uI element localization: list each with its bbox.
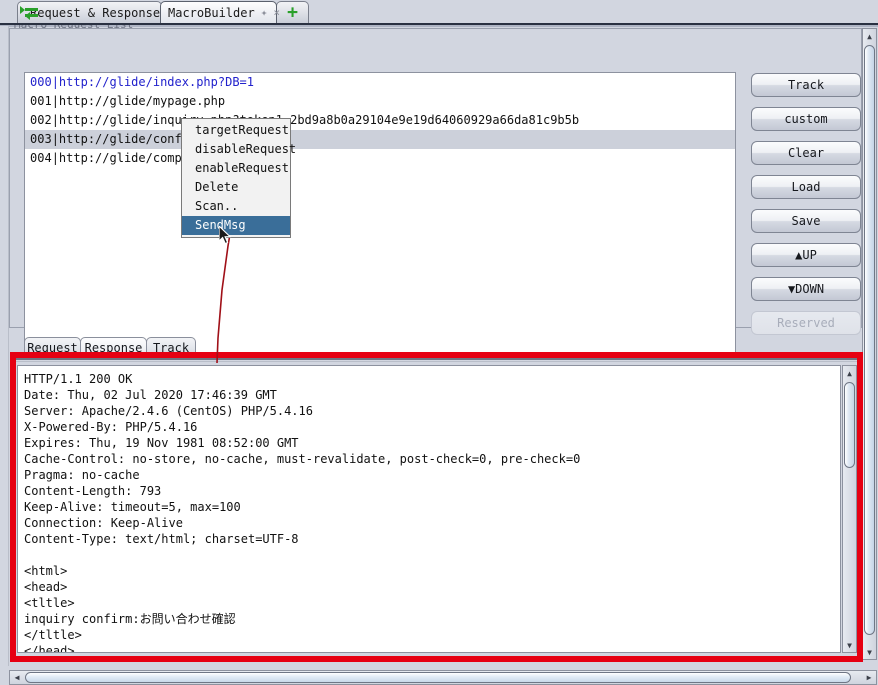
request-row-index: 004 <box>30 151 52 165</box>
pin-icon[interactable]: ✦ <box>261 7 268 18</box>
side-button-custom[interactable]: custom <box>751 107 861 131</box>
side-button-reserved: Reserved <box>751 311 861 335</box>
context-menu-item-disablerequest[interactable]: disableRequest <box>182 140 296 159</box>
tab-macrobuilder[interactable]: MacroBuilder ✦ × <box>160 1 280 23</box>
request-row-url: http://glide/index.php?DB=1 <box>58 75 254 89</box>
request-list-row[interactable]: 001|http://glide/mypage.php <box>25 92 735 111</box>
tab-add-new[interactable]: + <box>276 1 309 23</box>
mouse-cursor-icon <box>219 226 232 245</box>
response-line: inquiry confirm:お問い合わせ確認 <box>24 612 236 626</box>
response-divider <box>16 358 857 360</box>
response-scroll-thumb[interactable] <box>844 382 855 468</box>
response-line: Keep-Alive: timeout=5, max=100 <box>24 500 241 514</box>
window-scroll-up-arrow-icon[interactable]: ▲ <box>863 29 876 43</box>
request-row-index: 003 <box>30 132 52 146</box>
side-button-track[interactable]: Track <box>751 73 861 97</box>
tab-request-label: Request <box>27 341 78 355</box>
side-button-load[interactable]: Load <box>751 175 861 199</box>
window-hscroll-thumb[interactable] <box>25 672 851 683</box>
response-line: Date: Thu, 02 Jul 2020 17:46:39 GMT <box>24 388 277 402</box>
side-button-save[interactable]: Save <box>751 209 861 233</box>
request-row-index: 002 <box>30 113 52 127</box>
request-row-separator: | <box>51 132 59 146</box>
response-vertical-scrollbar[interactable]: ▲ ▼ <box>842 365 857 653</box>
side-button-label: Track <box>787 78 825 92</box>
scroll-left-arrow-icon[interactable]: ◀ <box>10 671 24 684</box>
tab-request-response-label: Request & Response <box>30 5 161 20</box>
tab-macrobuilder-label: MacroBuilder <box>168 5 255 20</box>
tab-request[interactable]: Request <box>24 337 81 358</box>
side-button-label: Save <box>791 214 821 228</box>
response-line: Server: Apache/2.4.6 (CentOS) PHP/5.4.16 <box>24 404 313 418</box>
macro-request-panel: 000|http://glide/index.php?DB=1 001|http:… <box>9 28 862 353</box>
response-line: X-Powered-By: PHP/5.4.16 <box>24 420 198 434</box>
tab-track-label: Track <box>152 341 190 355</box>
tab-response-label: Response <box>84 341 143 355</box>
scroll-right-arrow-icon[interactable]: ▶ <box>862 671 876 684</box>
side-button-column: Track custom Clear Load Save ▲UP ▼DOWN Reserved <box>751 73 863 345</box>
response-line: Expires: Thu, 19 Nov 1981 08:52:00 GMT <box>24 436 299 450</box>
plus-icon: + <box>287 1 298 23</box>
response-line: Content-Length: 793 <box>24 484 162 498</box>
side-button-down[interactable]: ▼DOWN <box>751 277 861 301</box>
request-list-row[interactable]: 004|http://glide/complete.php <box>25 149 735 168</box>
request-list-row[interactable]: 003|http://glide/confirm.php <box>25 130 735 149</box>
request-row-separator: | <box>51 75 59 89</box>
context-menu-item-delete[interactable]: Delete <box>182 178 290 197</box>
response-line: Pragma: no-cache <box>24 468 140 482</box>
request-row-index: 001 <box>30 94 52 108</box>
top-tabbar: Request & Response MacroBuilder ✦ × + <box>0 0 878 27</box>
response-text-area[interactable]: HTTP/1.1 200 OK Date: Thu, 02 Jul 2020 17… <box>17 365 841 653</box>
request-row-url: http://glide/inquiry.php?token1=2bd9a8b0… <box>58 113 580 127</box>
request-row-separator: | <box>51 113 59 127</box>
response-line: Connection: Keep-Alive <box>24 516 183 530</box>
context-menu[interactable]: targetRequest disableRequest enableRequest… <box>181 118 296 238</box>
response-line: Cache-Control: no-store, no-cache, must-… <box>24 452 581 466</box>
request-row-separator: | <box>51 151 59 165</box>
tab-response[interactable]: Response <box>80 337 147 358</box>
response-panel: HTTP/1.1 200 OK Date: Thu, 02 Jul 2020 17… <box>16 358 857 656</box>
side-button-label: custom <box>784 112 828 126</box>
window-horizontal-scrollbar[interactable]: ◀ ▶ <box>9 670 877 685</box>
scroll-down-arrow-icon[interactable]: ▼ <box>843 638 856 652</box>
side-button-up[interactable]: ▲UP <box>751 243 861 267</box>
request-row-url: http://glide/mypage.php <box>58 94 226 108</box>
side-button-label: Reserved <box>777 316 835 330</box>
side-button-clear[interactable]: Clear <box>751 141 861 165</box>
side-button-label: ▼DOWN <box>787 282 825 296</box>
response-line: <html> <box>24 564 68 578</box>
response-divider-light <box>16 361 857 362</box>
response-line <box>24 547 834 563</box>
window-vertical-scrollbar[interactable]: ▲ ▼ <box>862 28 877 660</box>
response-line: HTTP/1.1 200 OK <box>24 372 133 386</box>
context-menu-item-scan[interactable]: Scan.. <box>182 197 290 216</box>
side-button-label: Load <box>791 180 821 194</box>
response-line: Content-Type: text/html; charset=UTF-8 <box>24 532 299 546</box>
request-list-row[interactable]: 000|http://glide/index.php?DB=1 <box>25 73 735 92</box>
request-row-separator: | <box>51 94 59 108</box>
context-menu-item-targetrequest[interactable]: targetRequest <box>182 121 290 140</box>
request-row-index: 000 <box>30 75 52 89</box>
response-line: <head> <box>24 580 68 594</box>
side-button-label: ▲UP <box>795 248 817 262</box>
context-menu-item-enablerequest[interactable]: enableRequest <box>182 159 290 178</box>
left-margin-strip <box>0 26 9 666</box>
response-line: </head> <box>24 644 75 653</box>
response-line: </tltle> <box>24 628 82 642</box>
tab-track[interactable]: Track <box>146 337 196 358</box>
tab-request-response[interactable]: Request & Response <box>17 1 162 23</box>
request-list-row[interactable]: 002|http://glide/inquiry.php?token1=2bd9… <box>25 111 735 130</box>
context-menu-item-sendmsg[interactable]: SendMsg <box>182 216 290 235</box>
window-scroll-thumb[interactable] <box>864 45 875 635</box>
close-icon[interactable]: × <box>273 7 280 18</box>
side-button-label: Clear <box>787 146 825 160</box>
scroll-up-arrow-icon[interactable]: ▲ <box>843 366 856 380</box>
response-line: <tltle> <box>24 596 75 610</box>
request-list[interactable]: 000|http://glide/index.php?DB=1 001|http:… <box>24 72 736 353</box>
window-scroll-down-arrow-icon[interactable]: ▼ <box>863 645 876 659</box>
